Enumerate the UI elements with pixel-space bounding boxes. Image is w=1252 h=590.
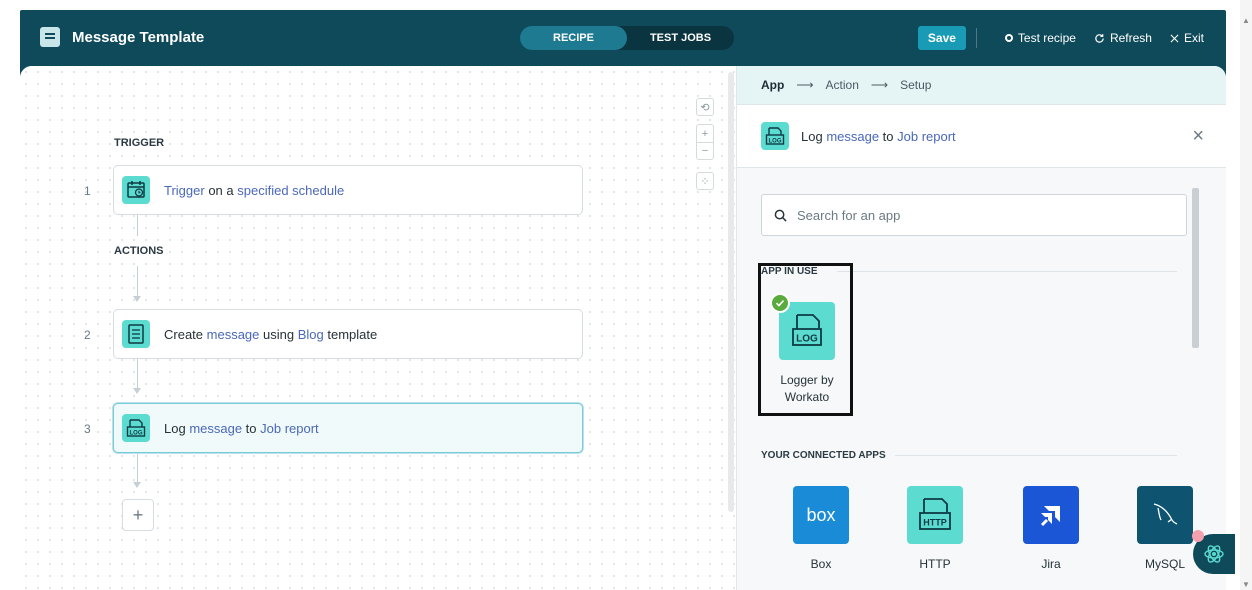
app-name: MySQL [1144,557,1185,571]
scrollbar-thumb[interactable] [1192,188,1199,348]
divider [837,271,1177,272]
arrow-down-icon [133,482,141,488]
search-input[interactable] [797,207,1177,223]
app-name: Box [810,557,832,571]
main-card: ⟲ + − ⁘ TRIGGER ACTIONS 1 Trigger on a s… [20,66,1226,590]
close-panel-button[interactable]: × [1192,125,1204,148]
refresh-label: Refresh [1109,31,1152,45]
wizard-step-setup[interactable]: Setup [900,78,931,92]
app-http[interactable]: HTTP HTTP [895,486,975,573]
action-step-selected[interactable]: LOG Log message to Job report [113,403,583,453]
zoom-out-button[interactable]: − [696,142,714,160]
brand: Message Template [40,27,204,47]
recipe-canvas[interactable]: ⟲ + − ⁘ TRIGGER ACTIONS 1 Trigger on a s… [20,66,736,590]
refresh-icon [1095,33,1104,43]
exit-button[interactable]: Exit [1170,31,1204,45]
app-name: Logger by Workato [780,373,834,404]
scroll-down-icon[interactable]: ▼ [1242,580,1250,589]
recipe-icon [40,27,60,47]
selected-step-header: LOG Log message to Job report × [737,104,1226,168]
arrow-down-icon [133,296,141,302]
header-actions: Save Test recipe Refresh Exit [917,26,1204,50]
step-number: 3 [84,422,91,436]
exit-label: Exit [1183,31,1204,45]
recipe-title[interactable]: Message Template [72,29,204,46]
app-name: HTTP [919,557,951,571]
wizard-breadcrumb: App ⟶ Action ⟶ Setup [737,66,1226,104]
divider [975,28,977,48]
box-app-icon: box [793,486,849,544]
logger-app-icon: LOG [770,293,835,360]
app-jira[interactable]: Jira [1011,486,1091,573]
app-box[interactable]: box Box [781,486,861,573]
wizard-step-app[interactable]: App [761,78,784,92]
calendar-clock-icon [122,176,150,204]
view-toggle: RECIPE TEST JOBS [520,26,734,50]
save-button[interactable]: Save [917,26,966,50]
page-scrollbar[interactable]: ▲ ▼ [1240,0,1252,590]
svg-text:LOG: LOG [769,138,782,144]
panel-scrollbar[interactable] [1190,180,1200,590]
assistant-icon [1204,545,1224,563]
step-number: 1 [84,184,91,198]
app-name: Jira [1041,557,1061,571]
arrow-right-icon: ⟶ [796,78,814,92]
step-description: Create message using Blog template [164,326,378,342]
test-recipe-label: Test recipe [1017,31,1076,45]
app-search-box [761,194,1187,236]
refresh-button[interactable]: Refresh [1094,31,1152,45]
mysql-app-icon [1137,486,1193,544]
connected-apps-title: YOUR CONNECTED APPS [761,450,886,461]
svg-text:box: box [806,505,835,525]
search-icon [774,209,787,222]
connector-line [137,266,138,296]
step-description: Log message to Job report [164,420,319,436]
divider [895,455,1177,456]
test-recipe-button[interactable]: Test recipe [1004,31,1076,45]
zoom-in-button[interactable]: + [696,124,714,142]
log-icon: LOG [761,122,789,150]
log-icon: LOG [122,414,150,442]
jira-app-icon [1023,486,1079,544]
tab-recipe[interactable]: RECIPE [520,26,627,50]
actions-section-label: ACTIONS [114,245,164,257]
connector-line [137,452,138,482]
close-icon [1170,34,1179,42]
selected-step-title: Log message to Job report [801,128,956,144]
trigger-section-label: TRIGGER [114,137,165,149]
step-description: Trigger on a specified schedule [164,182,345,198]
http-app-icon: HTTP [907,486,963,544]
app-picker-panel: App ⟶ Action ⟶ Setup LOG Log message to … [736,66,1226,590]
check-icon [770,293,790,313]
step-number: 2 [84,328,91,342]
scroll-up-icon[interactable]: ▲ [1242,16,1250,25]
reset-view-icon[interactable]: ⟲ [696,98,714,116]
arrow-right-icon: ⟶ [870,78,889,92]
svg-text:LOG: LOG [130,430,143,436]
canvas-scrollbar[interactable] [728,72,734,512]
arrow-down-icon [133,388,141,394]
svg-text:HTTP: HTTP [923,518,947,528]
trigger-step[interactable]: Trigger on a specified schedule [113,165,583,215]
tab-test-jobs[interactable]: TEST JOBS [627,26,734,50]
app-logger[interactable]: LOG Logger by Workato [767,293,847,406]
add-step-button[interactable]: + [122,499,154,531]
fit-view-icon[interactable]: ⁘ [696,172,714,190]
document-template-icon [122,320,150,348]
connector-line [137,358,138,388]
action-step[interactable]: Create message using Blog template [113,309,583,359]
wizard-step-action[interactable]: Action [826,78,859,92]
notification-dot [1192,530,1204,542]
play-circle-icon [1004,34,1013,42]
connector-line [137,214,138,236]
svg-text:LOG: LOG [796,334,818,345]
